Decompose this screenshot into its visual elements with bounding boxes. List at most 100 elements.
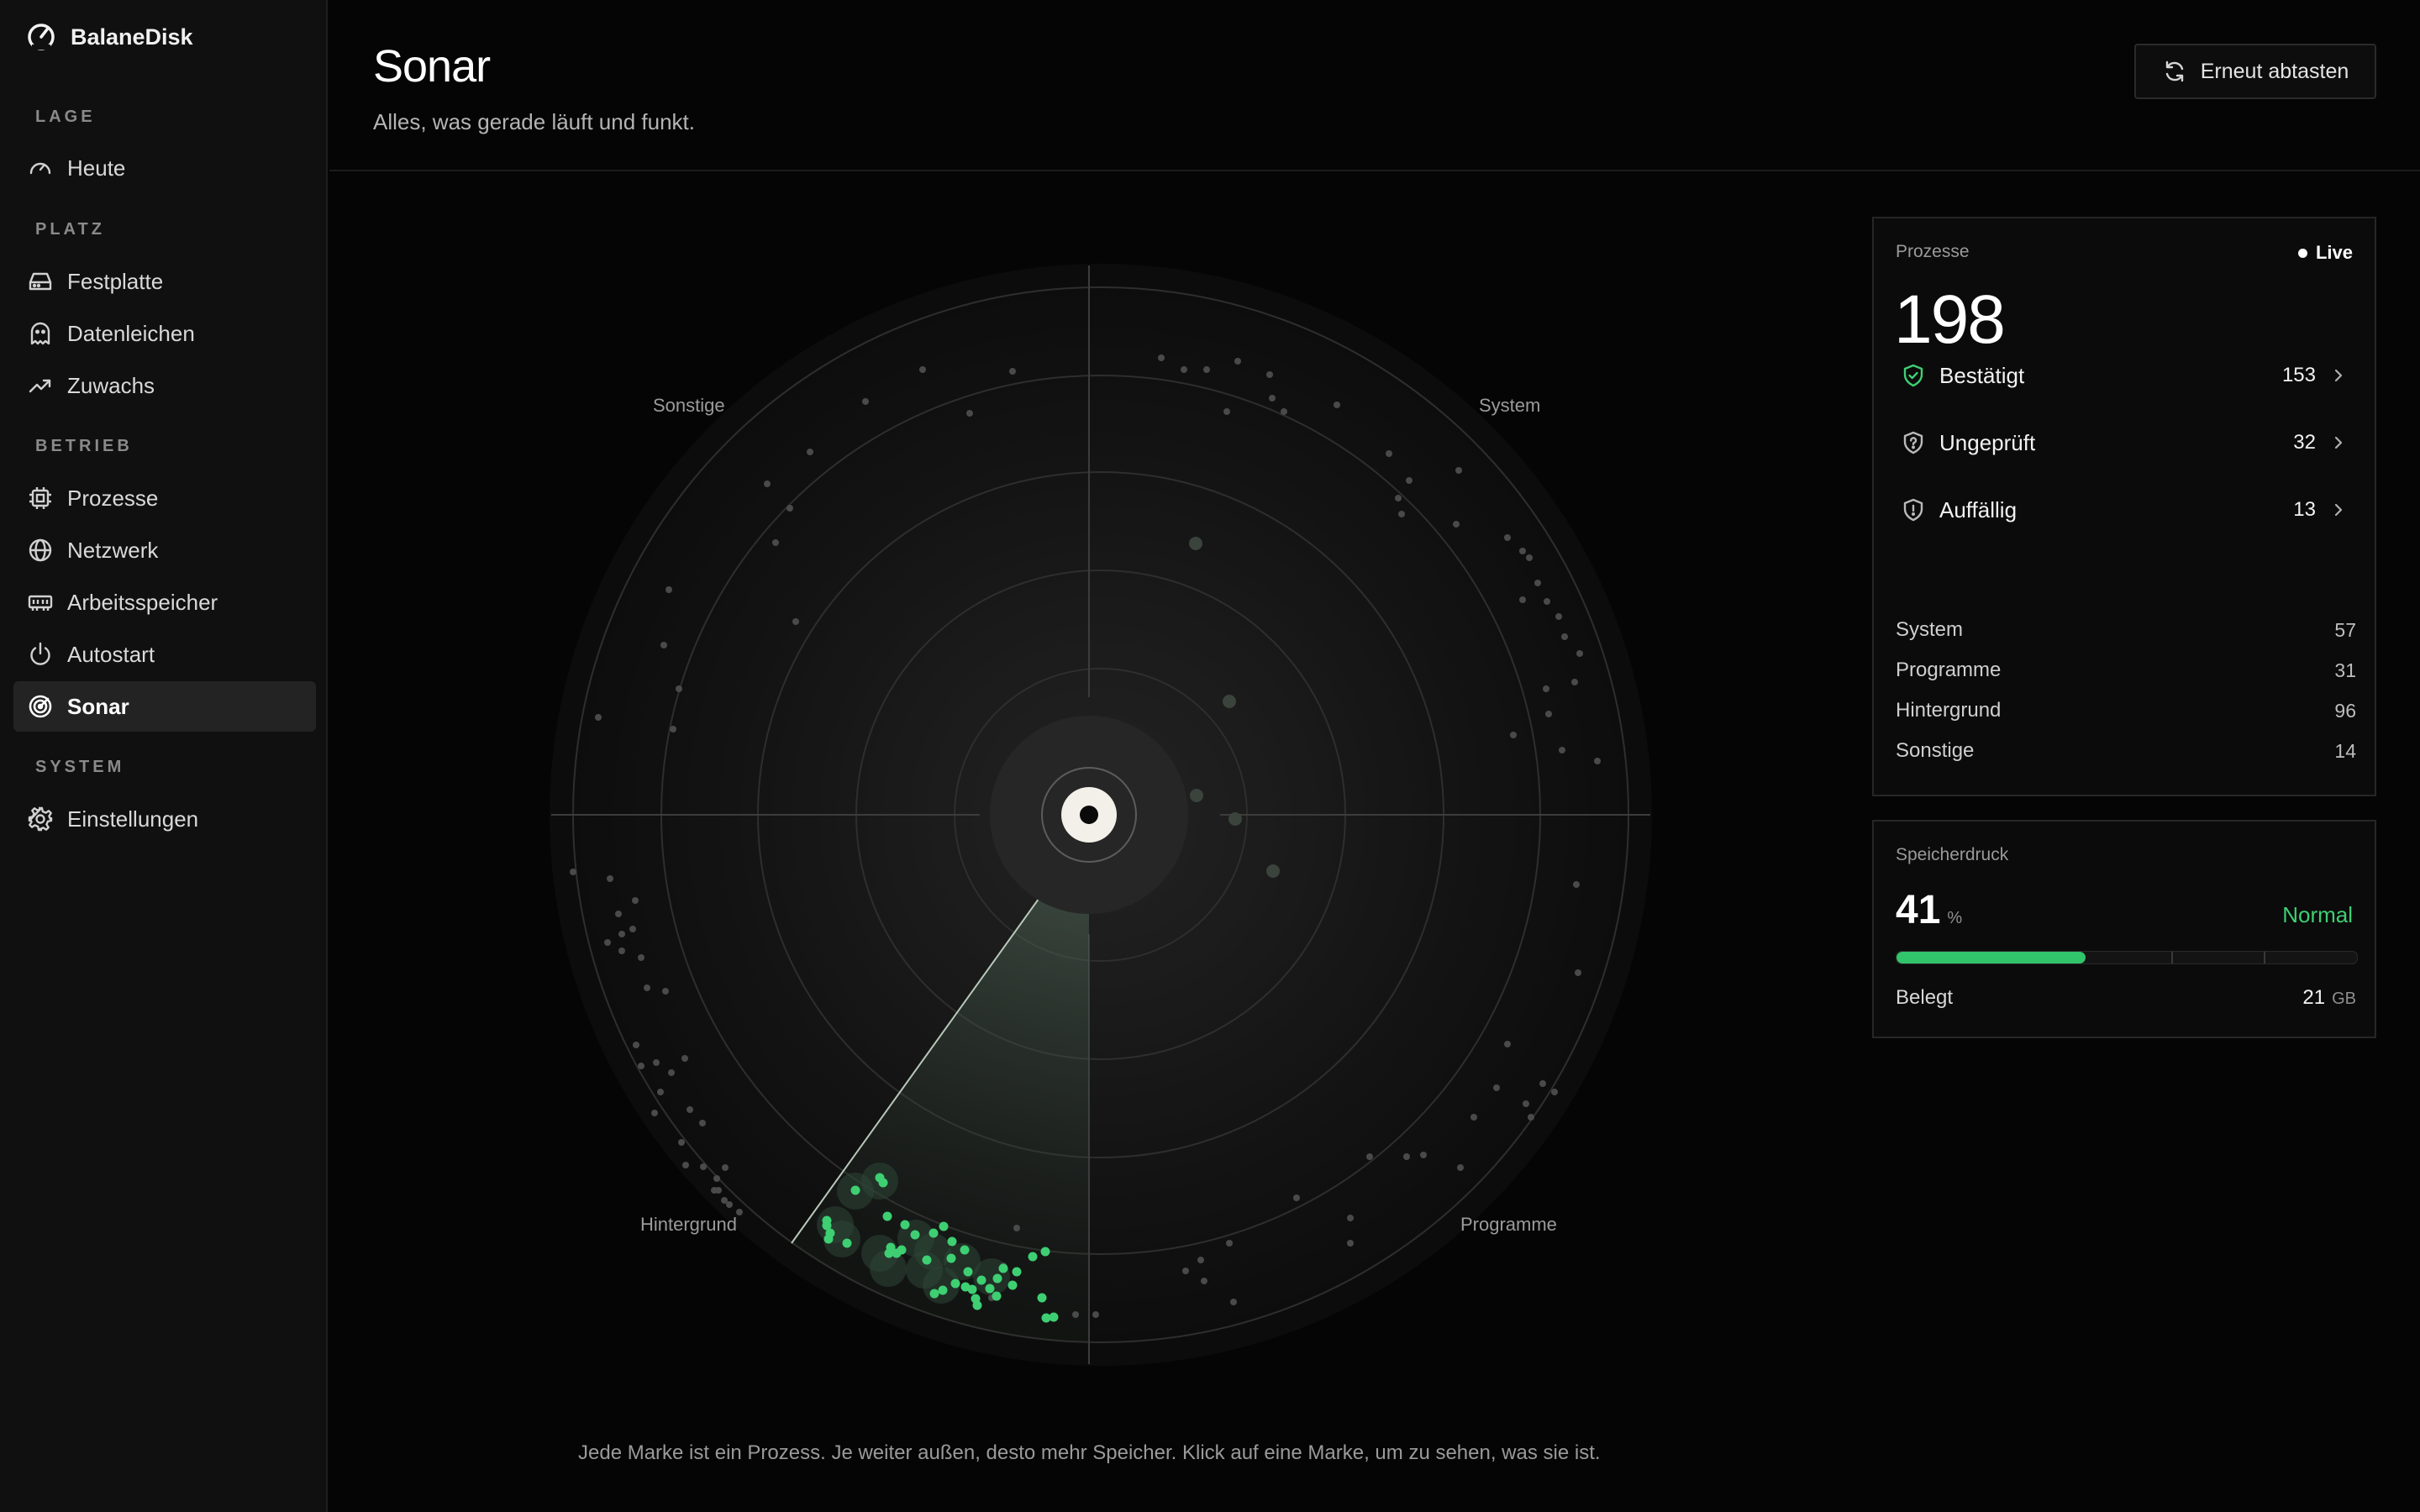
process-marker[interactable] bbox=[1420, 1152, 1427, 1158]
sidebar-item-sonar[interactable]: Sonar bbox=[13, 681, 316, 732]
process-marker[interactable] bbox=[1455, 467, 1462, 474]
process-marker-active[interactable] bbox=[922, 1255, 932, 1265]
process-marker[interactable] bbox=[1228, 812, 1242, 826]
process-marker-active[interactable] bbox=[1037, 1293, 1047, 1303]
process-marker[interactable] bbox=[1230, 1299, 1237, 1305]
process-marker[interactable] bbox=[1281, 408, 1287, 415]
process-marker-active[interactable] bbox=[850, 1185, 860, 1195]
process-marker-active[interactable] bbox=[929, 1228, 939, 1238]
process-marker[interactable] bbox=[713, 1175, 720, 1182]
process-marker[interactable] bbox=[1398, 511, 1405, 517]
process-marker-active[interactable] bbox=[963, 1267, 973, 1277]
process-marker[interactable] bbox=[682, 1162, 689, 1168]
process-marker[interactable] bbox=[1182, 1268, 1189, 1274]
process-marker[interactable] bbox=[633, 1042, 639, 1048]
process-marker[interactable] bbox=[1453, 521, 1460, 528]
process-marker[interactable] bbox=[1573, 881, 1580, 888]
process-marker[interactable] bbox=[1493, 1084, 1500, 1091]
process-marker[interactable] bbox=[1013, 1225, 1020, 1231]
sidebar-item-arbeitsspeicher[interactable]: Arbeitsspeicher bbox=[13, 577, 316, 627]
process-marker-active[interactable] bbox=[842, 1238, 852, 1248]
process-marker[interactable] bbox=[662, 988, 669, 995]
process-marker-active[interactable] bbox=[1028, 1252, 1038, 1262]
process-marker-active[interactable] bbox=[882, 1211, 892, 1221]
process-marker-active[interactable] bbox=[823, 1234, 834, 1244]
process-marker[interactable] bbox=[657, 1089, 664, 1095]
process-marker[interactable] bbox=[722, 1164, 729, 1171]
process-marker[interactable] bbox=[644, 984, 650, 991]
sidebar-item-netzwerk[interactable]: Netzwerk bbox=[13, 525, 316, 575]
process-marker[interactable] bbox=[1559, 747, 1565, 753]
process-marker-active[interactable] bbox=[939, 1221, 949, 1231]
process-marker[interactable] bbox=[1266, 371, 1273, 378]
process-marker-active[interactable] bbox=[960, 1245, 970, 1255]
process-marker-active[interactable] bbox=[1012, 1267, 1022, 1277]
process-marker[interactable] bbox=[1504, 534, 1511, 541]
sidebar-item-zuwachs[interactable]: Zuwachs bbox=[13, 360, 316, 411]
process-marker[interactable] bbox=[1226, 1240, 1233, 1247]
process-marker[interactable] bbox=[1545, 711, 1552, 717]
process-marker[interactable] bbox=[678, 1139, 685, 1146]
process-marker[interactable] bbox=[1009, 368, 1016, 375]
process-marker[interactable] bbox=[604, 939, 611, 946]
process-marker[interactable] bbox=[862, 398, 869, 405]
process-marker[interactable] bbox=[570, 869, 576, 875]
process-marker[interactable] bbox=[629, 926, 636, 932]
process-marker[interactable] bbox=[681, 1055, 688, 1062]
process-marker[interactable] bbox=[1504, 1041, 1511, 1047]
process-marker-active[interactable] bbox=[992, 1273, 1002, 1284]
process-marker[interactable] bbox=[618, 931, 625, 937]
process-marker[interactable] bbox=[1269, 395, 1276, 402]
process-marker[interactable] bbox=[1190, 789, 1203, 802]
process-marker[interactable] bbox=[726, 1201, 733, 1208]
process-marker[interactable] bbox=[632, 897, 639, 904]
radar-canvas[interactable] bbox=[538, 252, 1664, 1378]
process-marker[interactable] bbox=[1551, 1089, 1558, 1095]
process-marker-active[interactable] bbox=[992, 1291, 1002, 1301]
process-marker[interactable] bbox=[1366, 1153, 1373, 1160]
process-marker-active[interactable] bbox=[946, 1253, 956, 1263]
process-marker[interactable] bbox=[1470, 1114, 1477, 1121]
process-marker-active[interactable] bbox=[976, 1275, 986, 1285]
process-marker[interactable] bbox=[1072, 1311, 1079, 1318]
process-marker-active[interactable] bbox=[900, 1220, 910, 1230]
process-marker[interactable] bbox=[607, 875, 613, 882]
process-marker[interactable] bbox=[786, 505, 793, 512]
process-marker[interactable] bbox=[764, 480, 771, 487]
process-marker-active[interactable] bbox=[929, 1289, 939, 1299]
process-marker[interactable] bbox=[919, 366, 926, 373]
process-marker[interactable] bbox=[1223, 408, 1230, 415]
process-marker[interactable] bbox=[638, 954, 644, 961]
process-marker-active[interactable] bbox=[985, 1284, 995, 1294]
process-marker[interactable] bbox=[1457, 1164, 1464, 1171]
sidebar-item-prozesse[interactable]: Prozesse bbox=[13, 473, 316, 523]
sidebar-item-heute[interactable]: Heute bbox=[13, 143, 316, 193]
process-marker[interactable] bbox=[772, 539, 779, 546]
process-marker[interactable] bbox=[666, 586, 672, 593]
status-row-bestaetigt[interactable]: Bestätigt 153 bbox=[1896, 351, 2356, 400]
process-marker[interactable] bbox=[670, 726, 676, 732]
process-marker-active[interactable] bbox=[950, 1278, 960, 1289]
process-marker[interactable] bbox=[651, 1110, 658, 1116]
process-marker[interactable] bbox=[1189, 537, 1202, 550]
process-marker[interactable] bbox=[1539, 1080, 1546, 1087]
process-marker[interactable] bbox=[966, 410, 973, 417]
process-marker[interactable] bbox=[1523, 1100, 1529, 1107]
process-marker[interactable] bbox=[1519, 548, 1526, 554]
sidebar-item-festplatte[interactable]: Festplatte bbox=[13, 256, 316, 307]
process-marker-active[interactable] bbox=[1040, 1247, 1050, 1257]
process-marker[interactable] bbox=[1571, 679, 1578, 685]
sidebar-item-einstellungen[interactable]: Einstellungen bbox=[13, 794, 316, 844]
process-marker[interactable] bbox=[1594, 758, 1601, 764]
process-marker[interactable] bbox=[1528, 1114, 1534, 1121]
process-marker-active[interactable] bbox=[897, 1245, 907, 1255]
process-marker[interactable] bbox=[1386, 450, 1392, 457]
process-marker[interactable] bbox=[1203, 366, 1210, 373]
process-marker[interactable] bbox=[1403, 1153, 1410, 1160]
sidebar-item-autostart[interactable]: Autostart bbox=[13, 629, 316, 680]
process-marker[interactable] bbox=[1347, 1240, 1354, 1247]
process-marker[interactable] bbox=[1543, 685, 1549, 692]
process-marker[interactable] bbox=[1534, 580, 1541, 586]
process-marker-active[interactable] bbox=[1007, 1280, 1018, 1290]
process-marker-active[interactable] bbox=[947, 1236, 957, 1247]
